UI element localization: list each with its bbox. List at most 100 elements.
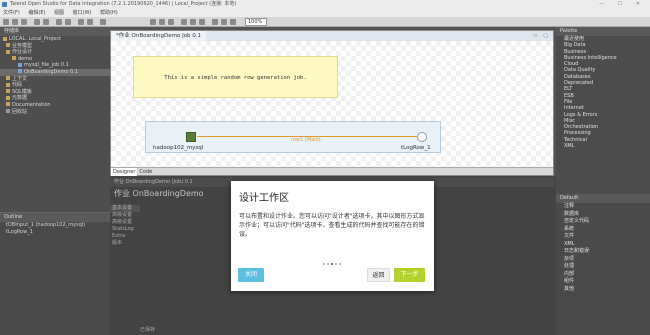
repository-panel: 存储库 LOCAL: Local_Project 业务模型 作业设计 demo … (0, 27, 110, 212)
folder-icon (12, 56, 16, 61)
job-note[interactable]: This is a simple random row generation j… (133, 56, 338, 98)
folder-icon (6, 89, 10, 94)
repo-documentation[interactable]: Documentation (0, 102, 110, 109)
palette-lower-item[interactable]: 内部 (556, 271, 650, 279)
menu-window[interactable]: 窗口(W) (73, 10, 92, 16)
import-icon[interactable] (43, 19, 49, 25)
dialog-title: 设计工作区 (239, 193, 289, 204)
repo-job-mysql-file[interactable]: mysql_file_job 0.1 (0, 62, 110, 69)
repo-project[interactable]: LOCAL: Local_Project (0, 36, 110, 43)
menu-edit[interactable]: 编辑(E) (28, 10, 45, 16)
zoom-out-icon[interactable] (230, 19, 236, 25)
repo-metadata[interactable]: 元数据 (0, 95, 110, 102)
step-dot-active (331, 263, 333, 265)
run-icon[interactable] (78, 19, 84, 25)
debug-icon[interactable] (87, 19, 93, 25)
align-left-icon[interactable] (150, 19, 156, 25)
palette-lower-item[interactable]: 处理 (556, 263, 650, 271)
editor-tab-bar: *作业 OnBoardingDemo Job 0.1 ▭ ▢ (111, 31, 553, 41)
zoom-select[interactable]: 100% (245, 18, 267, 26)
repo-recycle-bin[interactable]: 回收站 (0, 109, 110, 116)
align-right-icon[interactable] (168, 19, 174, 25)
editor-window-controls[interactable]: ▭ ▢ (533, 33, 550, 39)
palette-lower-item[interactable]: 文件 (556, 233, 650, 241)
outline-tab[interactable]: Outline (0, 213, 110, 222)
repo-folder-demo[interactable]: demo (0, 56, 110, 63)
align-top-icon[interactable] (181, 19, 187, 25)
palette-category[interactable]: XML (556, 143, 650, 149)
close-button[interactable]: 关闭 (238, 268, 264, 282)
window-controls[interactable]: — ☐ ✕ (599, 0, 646, 9)
redo-icon[interactable] (65, 19, 71, 25)
job-icon (18, 69, 22, 74)
main-toolbar: 100% (0, 17, 650, 27)
menu-file[interactable]: 文件(F) (3, 10, 20, 16)
tab-designer[interactable]: Designer (111, 168, 138, 176)
folder-icon (6, 95, 10, 100)
outline-panel: Outline tDBInput_1 (hadoop102_mysql) tLo… (0, 212, 110, 335)
save-icon[interactable] (12, 19, 18, 25)
palette-tab[interactable]: Palette (556, 27, 650, 36)
design-canvas[interactable]: This is a simple random row generation j… (111, 41, 553, 169)
palette-lower-item[interactable]: 系统 (556, 226, 650, 234)
zoom-in-icon[interactable] (221, 19, 227, 25)
repo-job-onboarding[interactable]: OnBoardingDemo 0.1 (0, 68, 110, 76)
repo-job-designs[interactable]: 作业设计 (0, 49, 110, 56)
palette-lower-panel: Default 注释 数据库 自定义代码 系统 文件 XML 日志和错误 杂项 … (556, 194, 650, 335)
window-titlebar: Talend Open Studio for Data Integration … (0, 0, 650, 9)
menu-help[interactable]: 帮助(H) (100, 10, 118, 16)
palette-lower-item[interactable]: 注释 (556, 203, 650, 211)
folder-icon (6, 82, 10, 87)
menu-view[interactable]: 视图 (54, 10, 64, 16)
logrow-component-icon[interactable] (417, 132, 427, 142)
folder-icon (6, 49, 10, 54)
palette-lower-item[interactable]: 组件 (556, 278, 650, 286)
job-icon (18, 62, 22, 67)
flow-label: row1 (Main) (291, 137, 321, 143)
mysql-input-component-icon[interactable] (186, 132, 196, 142)
align-bottom-icon[interactable] (199, 19, 205, 25)
outline-item[interactable]: tDBInput_1 (hadoop102_mysql) (0, 222, 110, 229)
job-editor: *作业 OnBoardingDemo Job 0.1 ▭ ▢ This is a… (110, 30, 554, 176)
editor-tab-job[interactable]: *作业 OnBoardingDemo Job 0.1 (111, 31, 207, 41)
palette-lower-item[interactable]: 日志和错误 (556, 248, 650, 256)
palette-lower-head[interactable]: Default (556, 194, 650, 203)
align-center-icon[interactable] (159, 19, 165, 25)
save-all-icon[interactable] (21, 19, 27, 25)
menu-bar: 文件(F) 编辑(E) 视图 窗口(W) 帮助(H) (0, 9, 650, 17)
recycle-bin-icon (6, 109, 10, 114)
next-button[interactable]: 下一步 (394, 268, 425, 282)
export-icon[interactable] (34, 19, 40, 25)
onboarding-dialog: 设计工作区 可以布置和设计作业。您可以访问"设计者"选项卡，其中以图形方式显示作… (231, 181, 434, 291)
talend-logo-icon (2, 2, 7, 7)
grid-icon[interactable] (212, 19, 218, 25)
step-dot (339, 263, 341, 265)
component-label-logrow: tLogRow_1 (401, 145, 431, 151)
folder-icon (3, 36, 7, 41)
step-dot (327, 263, 329, 265)
back-button[interactable]: 返回 (367, 268, 390, 282)
repository-tab[interactable]: 存储库 (0, 27, 110, 36)
folder-icon (6, 43, 10, 48)
align-middle-icon[interactable] (190, 19, 196, 25)
palette-panel: Palette 最近使用 Big Data Business Business … (556, 27, 650, 217)
step-indicator (323, 261, 343, 267)
outline-item[interactable]: tLogRow_1 (0, 229, 110, 236)
step-dot (323, 263, 325, 265)
palette-lower-item[interactable]: 杂项 (556, 256, 650, 264)
folder-icon (6, 102, 10, 107)
tab-code[interactable]: Code (137, 168, 154, 176)
new-icon[interactable] (3, 19, 9, 25)
search-icon[interactable] (100, 19, 106, 25)
palette-lower-item[interactable]: 其他 (556, 286, 650, 294)
window-title: Talend Open Studio for Data Integration … (10, 1, 237, 7)
palette-lower-item[interactable]: 自定义代码 (556, 218, 650, 226)
step-dot (335, 263, 337, 265)
repo-code[interactable]: 代码 (0, 82, 110, 89)
palette-lower-item[interactable]: XML (556, 241, 650, 249)
palette-lower-item[interactable]: 数据库 (556, 211, 650, 219)
component-label-mysql: hadoop102_mysql (153, 145, 204, 151)
dialog-body: 可以布置和设计作业。您可以访问"设计者"选项卡，其中以图形方式显示作业；可以访问… (239, 213, 425, 238)
designer-code-tabs: Designer Code (111, 167, 553, 176)
undo-icon[interactable] (56, 19, 62, 25)
